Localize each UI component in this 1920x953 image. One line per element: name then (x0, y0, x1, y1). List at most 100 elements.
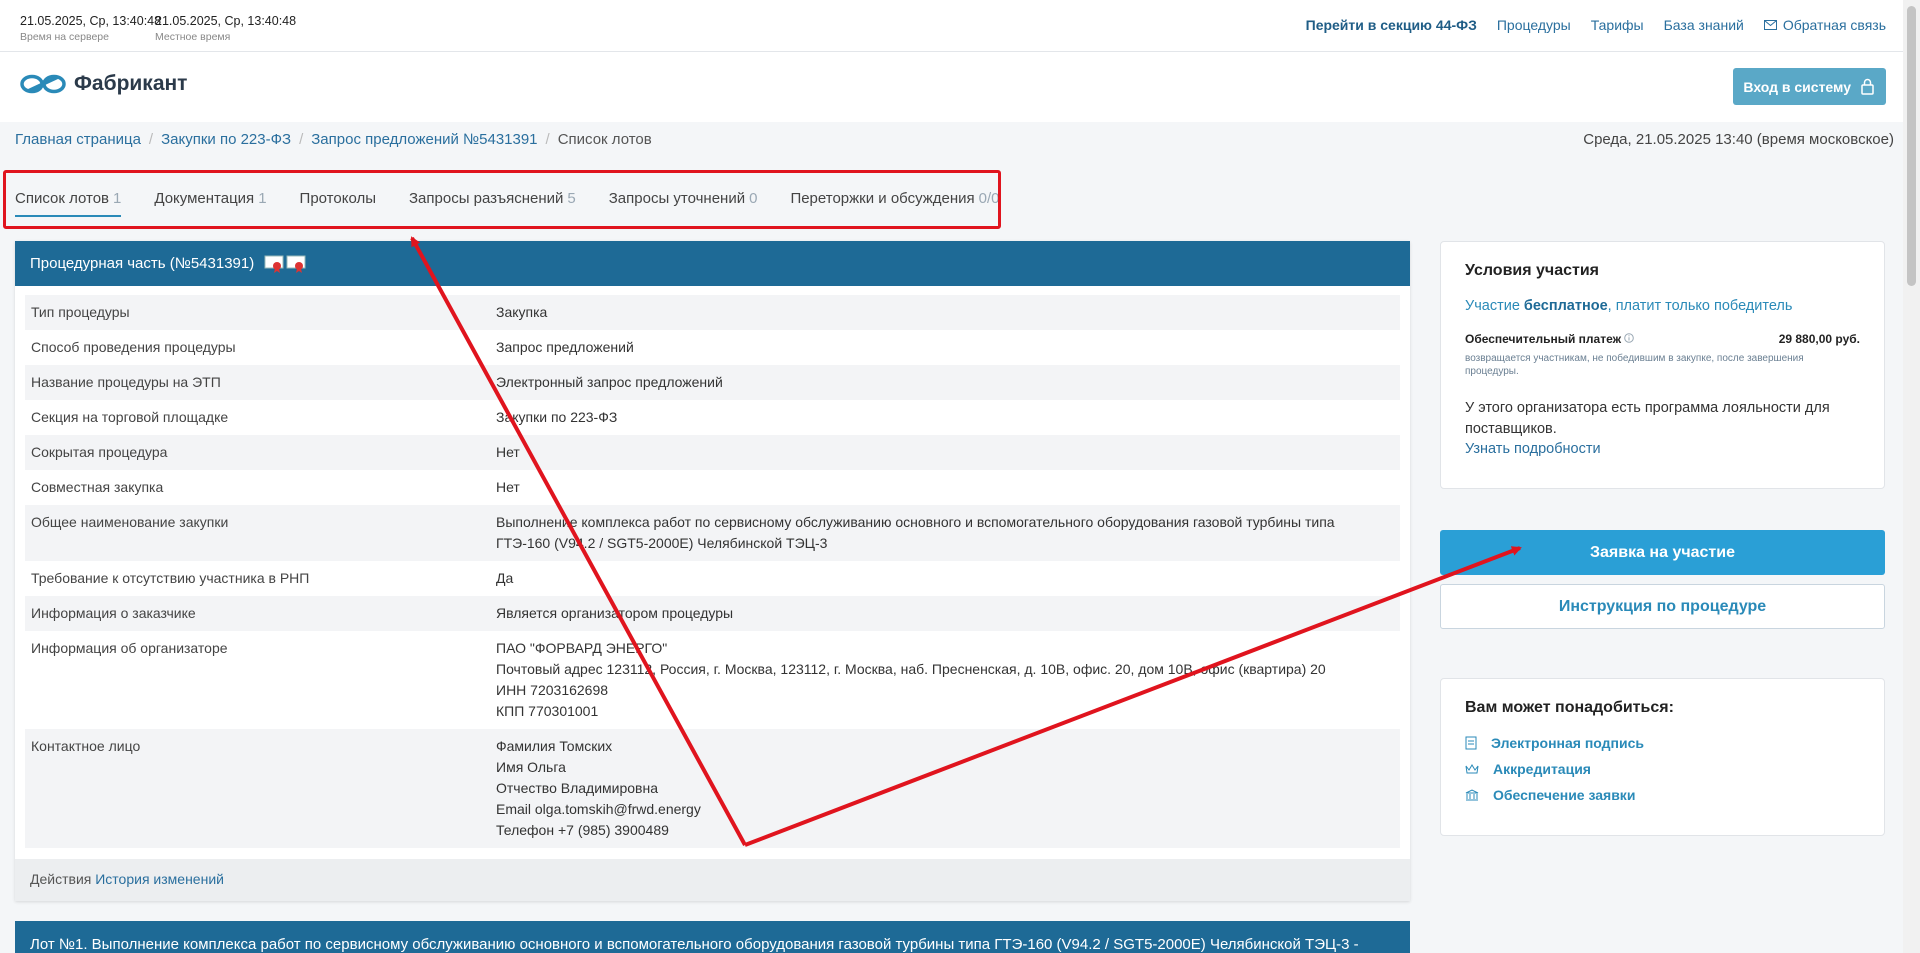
may-need-list: Электронная подпись Аккредитация Обеспеч… (1465, 735, 1860, 803)
login-button[interactable]: Вход в систему (1733, 68, 1886, 105)
guarantee-label-wrap: Обеспечительный платеж (1465, 332, 1635, 346)
feedback-link[interactable]: Обратная связь (1763, 17, 1886, 33)
value-line: КПП 770301001 (496, 703, 599, 719)
table-row: Контактное лицо Фамилия Томских Имя Ольга О… (25, 729, 1400, 848)
annotation-highlight-frame (3, 170, 1001, 229)
history-link[interactable]: История изменений (95, 871, 224, 887)
list-item-label: Обеспечение заявки (1493, 787, 1636, 803)
current-date: Среда, 21.05.2025 13:40 (время московско… (1583, 131, 1894, 148)
free-post: , платит только победитель (1607, 298, 1793, 314)
lot-title: Лот №1. Выполнение комплекса работ по се… (30, 936, 1359, 953)
may-need-title: Вам может понадобиться: (1465, 699, 1674, 716)
guarantee-note: возвращается участникам, не победившим в… (1465, 353, 1804, 377)
guarantee-value: 29 880,00 руб. (1778, 332, 1860, 346)
value-line: ПАО "ФОРВАРД ЭНЕРГО" (496, 640, 668, 656)
value-line: ИНН 7203162698 (496, 682, 609, 698)
row-value: Нет (496, 479, 520, 495)
top-navigation: Перейти в секцию 44-ФЗ Процедуры Тарифы … (1306, 17, 1886, 33)
row-key: Сокрытая процедура (25, 435, 490, 470)
loyalty-details-link[interactable]: Узнать подробности (1465, 441, 1601, 457)
value-line: Почтовый адрес 123112, Россия, г. Москва… (496, 661, 1326, 677)
list-item-accreditation[interactable]: Аккредитация (1465, 761, 1860, 777)
logo-text: Фабрикант (74, 72, 188, 95)
row-value: ПАО "ФОРВАРД ЭНЕРГО" Почтовый адрес 12311… (490, 631, 1400, 729)
list-item-label: Аккредитация (1493, 761, 1591, 777)
row-key: Контактное лицо (25, 729, 490, 848)
guarantee-label: Обеспечительный платеж (1465, 332, 1622, 346)
participation-conditions: Условия участия Участие бесплатное, плат… (1440, 241, 1885, 489)
table-row: Информация о заказчике Является организат… (25, 596, 1400, 631)
local-time-label: Местное время (155, 31, 231, 43)
document-icon (1465, 736, 1477, 750)
breadcrumb-purchases[interactable]: Закупки по 223-ФЗ (161, 131, 291, 148)
row-key: Информация об организаторе (31, 640, 228, 656)
row-value: Выполнение комплекса работ по сервисному… (490, 505, 1400, 561)
list-item-bid-security[interactable]: Обеспечение заявки (1465, 787, 1860, 803)
breadcrumb-separator: / (148, 131, 154, 148)
value-line: Выполнение комплекса работ по сервисному… (496, 514, 1335, 530)
table-row: Способ проведения процедуры Запрос предло… (25, 330, 1400, 365)
breadcrumb-separator: / (299, 131, 304, 148)
procedure-title: Процедурная часть (№5431391) (30, 255, 255, 272)
breadcrumb-home[interactable]: Главная страница (15, 131, 141, 148)
row-value: Электронный запрос предложений (490, 365, 1400, 400)
certificate-icon[interactable] (286, 255, 306, 273)
server-time-label: Время на сервере (20, 31, 109, 43)
crown-icon (1465, 764, 1479, 774)
server-clock: 21.05.2025, Ср, 13:40:48 Время на сервер… (20, 14, 161, 43)
table-row: Информация об организаторе ПАО "ФОРВАРД Э… (25, 631, 1400, 729)
certificate-icon[interactable] (264, 255, 284, 273)
procedure-details-table: Тип процедуры Закупка Способ проведения п… (25, 295, 1400, 883)
free-participation: Участие бесплатное, платит только победи… (1465, 298, 1860, 314)
row-key: Информация о заказчике (25, 596, 490, 631)
knowledge-base-link[interactable]: База знаний (1664, 17, 1744, 33)
info-icon[interactable] (1624, 333, 1635, 343)
row-key: Требование к отсутствию участника в РНП (31, 570, 310, 586)
conditions-title: Условия участия (1465, 262, 1600, 279)
table-row: Совместная закупка Нет (25, 470, 1400, 505)
value-line: Email olga.tomskih@frwd.energy (496, 801, 701, 817)
loyalty-text: У этого организатора есть программа лоял… (1465, 400, 1830, 437)
row-value: Закупка (490, 295, 1400, 330)
local-clock: 21.05.2025, Ср, 13:40:48 Местное время (155, 14, 296, 43)
free-bold: бесплатное (1523, 298, 1608, 314)
row-key: Общее наименование закупки (25, 505, 490, 561)
row-key: Секция на торговой площадке (31, 409, 229, 425)
breadcrumb-request[interactable]: Запрос предложений №5431391 (311, 131, 537, 148)
row-key: Способ проведения процедуры (31, 339, 236, 355)
value-line: Телефон +7 (985) 3900489 (496, 822, 669, 838)
procedure-card: Процедурная часть (№5431391) Тип процеду… (15, 241, 1410, 901)
apply-button[interactable]: Заявка на участие (1440, 530, 1885, 575)
scrollbar-thumb[interactable] (1907, 6, 1916, 286)
local-time: 21.05.2025, Ср, 13:40:48 (155, 14, 297, 28)
list-item-e-signature[interactable]: Электронная подпись (1465, 735, 1860, 751)
breadcrumb-current: Список лотов (557, 131, 652, 148)
instruction-button[interactable]: Инструкция по процедуре (1440, 584, 1885, 629)
breadcrumb: Главная страница / Закупки по 223-ФЗ / З… (15, 131, 652, 148)
tariffs-link[interactable]: Тарифы (1591, 17, 1644, 33)
card-actions: Действия История изменений (15, 859, 1410, 901)
actions-label: Действия (30, 871, 92, 887)
site-header: Фабрикант Вход в систему (0, 52, 1920, 122)
lot-header[interactable]: Лот №1. Выполнение комплекса работ по се… (15, 921, 1410, 953)
row-key: Совместная закупка (31, 479, 164, 495)
row-value: Нет (490, 435, 1400, 470)
value-line: Фамилия Томских (496, 738, 613, 754)
login-label: Вход в систему (1743, 78, 1851, 95)
top-strip: 21.05.2025, Ср, 13:40:48 Время на сервер… (0, 0, 1920, 52)
procedures-link[interactable]: Процедуры (1497, 17, 1571, 33)
free-pre: Участие (1465, 298, 1524, 314)
table-row: Требование к отсутствию участника в РНП Д… (25, 561, 1400, 596)
envelope-icon (1763, 20, 1777, 30)
value-line: Отчество Владимировна (496, 780, 659, 796)
table-row: Секция на торговой площадке Закупки по 22… (25, 400, 1400, 435)
row-key: Название процедуры на ЭТП (25, 365, 490, 400)
logo[interactable]: Фабрикант (20, 72, 187, 96)
scrollbar[interactable] (1903, 0, 1920, 953)
guarantee-row: Обеспечительный платеж 29 880,00 руб. (1465, 332, 1860, 346)
row-value: Закупки по 223-ФЗ (496, 409, 618, 425)
section-44-link[interactable]: Перейти в секцию 44-ФЗ (1306, 17, 1477, 33)
row-value: Запрос предложений (496, 339, 634, 355)
lock-icon (1861, 78, 1874, 95)
table-row: Название процедуры на ЭТП Электронный зап… (25, 365, 1400, 400)
